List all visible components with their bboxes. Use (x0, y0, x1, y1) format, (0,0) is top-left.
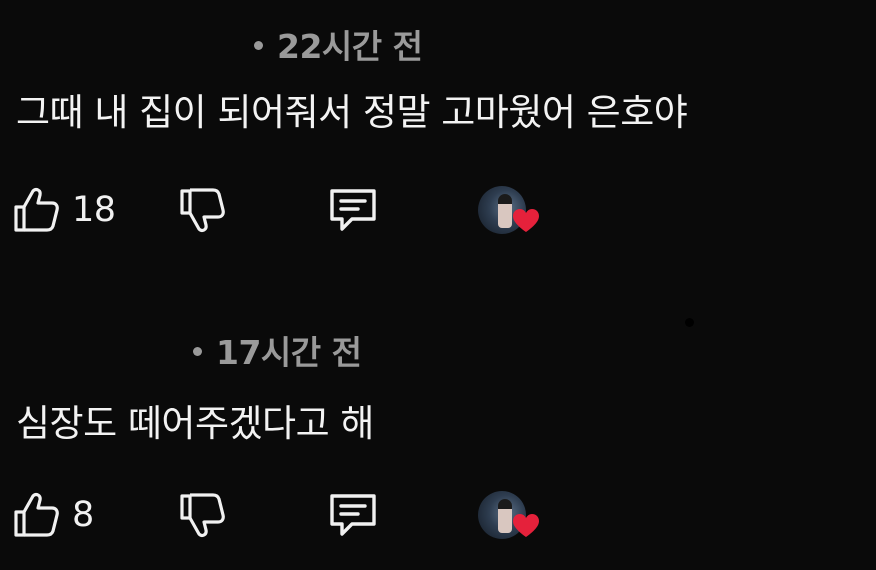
thumbs-up-icon (12, 186, 62, 234)
creator-heart-badge (478, 180, 542, 240)
creator-heart-badge (478, 485, 542, 545)
comment-timestamp: 22시간 전 (277, 27, 423, 66)
like-count: 8 (72, 495, 94, 535)
reply-button[interactable] (326, 485, 380, 545)
like-button[interactable]: 18 (12, 180, 116, 240)
dislike-button[interactable] (178, 180, 228, 240)
decorative-dot (685, 318, 694, 327)
separator-dot (254, 41, 263, 50)
heart-icon (512, 208, 540, 234)
thumbs-down-icon (178, 491, 228, 539)
dislike-button[interactable] (178, 485, 228, 545)
comment-action-bar: 8 (0, 485, 876, 545)
thumbs-down-icon (178, 186, 228, 234)
reply-icon (326, 185, 380, 235)
thumbs-up-icon (12, 491, 62, 539)
comment-item: 17시간 전 심장도 떼어주겠다고 해 8 (0, 285, 876, 570)
comment-meta: 17시간 전 (193, 326, 362, 374)
like-button[interactable]: 8 (12, 485, 94, 545)
heart-icon (512, 513, 540, 539)
reply-button[interactable] (326, 180, 380, 240)
like-count: 18 (72, 190, 116, 230)
comment-text: 심장도 떼어주겠다고 해 (16, 402, 374, 445)
comment-action-bar: 18 (0, 180, 876, 240)
separator-dot (193, 347, 202, 356)
comment-timestamp: 17시간 전 (216, 333, 362, 372)
comment-meta: 22시간 전 (254, 20, 423, 68)
reply-icon (326, 490, 380, 540)
comment-text: 그때 내 집이 되어줘서 정말 고마웠어 은호야 (16, 91, 688, 134)
comment-item: 22시간 전 그때 내 집이 되어줘서 정말 고마웠어 은호야 18 (0, 0, 876, 285)
